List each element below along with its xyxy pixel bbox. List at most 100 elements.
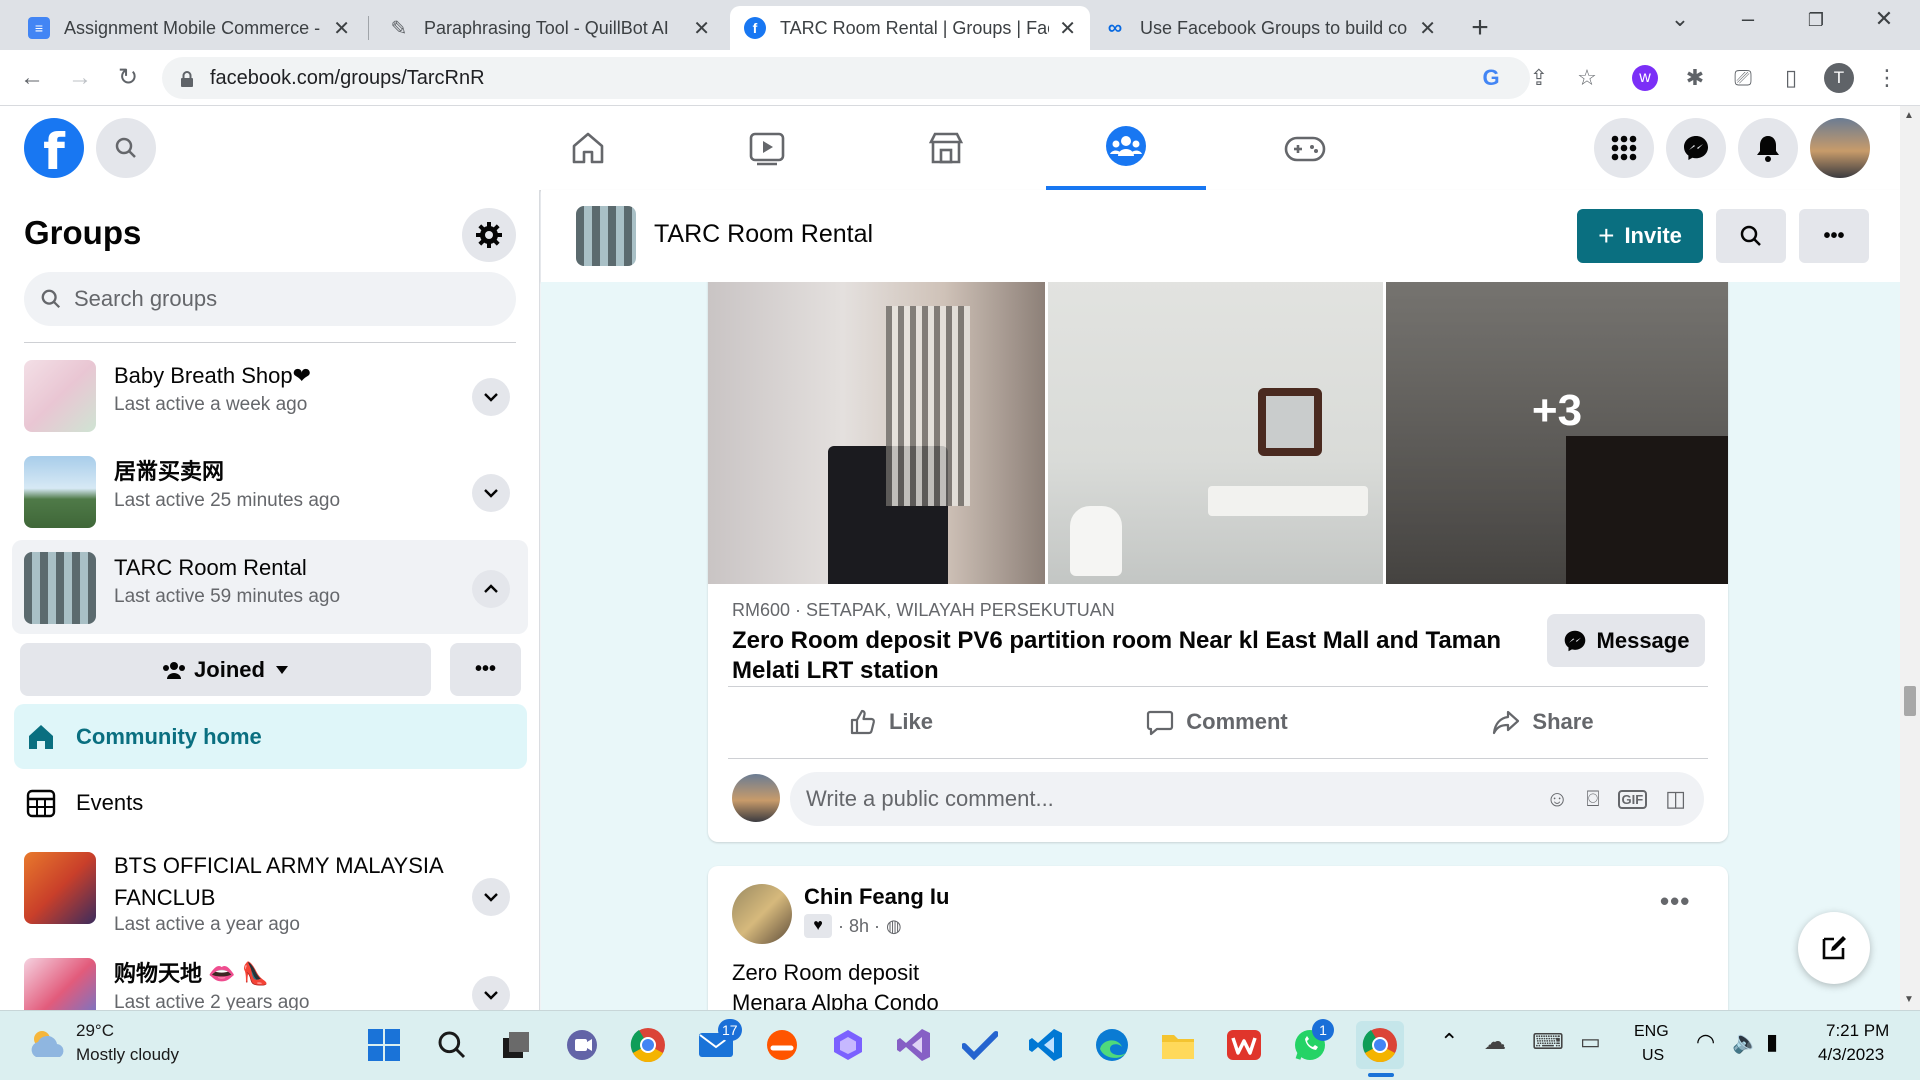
weather-temperature[interactable]: 29°C	[76, 1021, 114, 1041]
task-view-icon[interactable]	[496, 1025, 536, 1065]
onedrive-icon[interactable]: ☁	[1484, 1029, 1506, 1055]
search-groups-input[interactable]: Search groups	[24, 272, 516, 326]
back-icon[interactable]: ←	[16, 62, 48, 94]
fb-search-button[interactable]	[96, 118, 156, 178]
browser-tab-meta[interactable]: ∞ Use Facebook Groups to build co ✕	[1090, 6, 1450, 50]
browser-tab-facebook[interactable]: f TARC Room Rental | Groups | Fac ✕	[730, 6, 1090, 50]
minimize-icon[interactable]: –	[1728, 6, 1768, 32]
listing-photo-bathroom[interactable]	[1048, 282, 1383, 584]
search-icon[interactable]	[432, 1025, 472, 1065]
scroll-down-arrow[interactable]: ▼	[1904, 994, 1914, 1005]
joined-button[interactable]: Joined	[20, 643, 431, 696]
gif-icon[interactable]: GIF	[1617, 789, 1648, 809]
group-more-button[interactable]: •••	[450, 643, 521, 696]
todo-icon[interactable]	[960, 1025, 1000, 1065]
group-item-chinese-market[interactable]: 居黹买卖网 Last active 25 minutes ago	[12, 444, 528, 538]
chevron-down-icon[interactable]	[472, 976, 510, 1010]
close-window-icon[interactable]: ✕	[1864, 6, 1904, 32]
nav-marketplace-tab[interactable]	[866, 106, 1026, 190]
input-region[interactable]: US	[1642, 1047, 1664, 1065]
close-tab-icon[interactable]: ✕	[693, 16, 710, 41]
community-home-link[interactable]: Community home	[14, 704, 527, 769]
like-button[interactable]: Like	[728, 696, 1054, 748]
weather-description[interactable]: Mostly cloudy	[76, 1045, 179, 1065]
group-title[interactable]: TARC Room Rental	[654, 220, 873, 249]
extension-w-icon[interactable]: w	[1632, 65, 1658, 91]
scrollbar-thumb[interactable]	[1904, 686, 1916, 716]
cast-icon[interactable]: ⎚	[1728, 63, 1758, 93]
reload-icon[interactable]: ↻	[112, 62, 144, 94]
restore-icon[interactable]: ❐	[1796, 10, 1836, 31]
copilot-icon[interactable]	[828, 1025, 868, 1065]
group-options-button[interactable]: •••	[1799, 209, 1869, 263]
share-button[interactable]: Share	[1380, 696, 1706, 748]
vscode-icon[interactable]	[1026, 1025, 1066, 1065]
chevron-down-icon[interactable]	[472, 878, 510, 916]
nav-groups-tab[interactable]	[1046, 106, 1206, 190]
new-message-button[interactable]	[1798, 912, 1870, 984]
post-options-button[interactable]: •••	[1660, 886, 1690, 917]
wps-office-icon[interactable]	[1224, 1025, 1264, 1065]
clock-time[interactable]: 7:21 PM	[1826, 1021, 1889, 1041]
tab-search-icon[interactable]: ⌄	[1660, 6, 1700, 32]
tray-expand-icon[interactable]: ⌃	[1440, 1029, 1458, 1055]
nav-gaming-tab[interactable]	[1225, 106, 1385, 190]
chrome-icon[interactable]	[628, 1025, 668, 1065]
listing-photo-kitchen[interactable]: +3	[1386, 282, 1728, 584]
menu-button[interactable]	[1594, 118, 1654, 178]
post-time[interactable]: · 8h ·	[838, 916, 880, 937]
soundcloud-icon[interactable]	[762, 1025, 802, 1065]
new-tab-button[interactable]: +	[1460, 9, 1500, 49]
emoji-icon[interactable]: ☺	[1546, 786, 1568, 812]
chevron-down-icon[interactable]	[472, 378, 510, 416]
wifi-icon[interactable]: ◠	[1696, 1029, 1715, 1055]
facebook-logo-icon[interactable]: f	[24, 118, 84, 181]
group-item-shopping-world[interactable]: 购物天地 👄 👠 Last active 2 years ago	[12, 946, 528, 1010]
profile-avatar[interactable]: T	[1824, 63, 1854, 93]
browser-menu-icon[interactable]: ⋮	[1872, 63, 1902, 93]
battery-icon[interactable]: ▮	[1766, 1029, 1778, 1055]
group-item-baby-breath-shop[interactable]: Baby Breath Shop❤ Last active a week ago	[12, 348, 528, 442]
scroll-up-arrow[interactable]: ▲	[1904, 110, 1914, 121]
message-seller-button[interactable]: Message	[1547, 614, 1705, 667]
close-tab-icon[interactable]: ✕	[1419, 16, 1436, 41]
notifications-button[interactable]	[1738, 118, 1798, 178]
nav-watch-tab[interactable]	[687, 106, 847, 190]
forward-icon[interactable]: →	[64, 62, 96, 94]
share-icon[interactable]: ⇪	[1524, 63, 1554, 93]
close-tab-icon[interactable]: ✕	[1059, 16, 1076, 41]
volume-icon[interactable]: 🔈	[1732, 1029, 1759, 1055]
messenger-button[interactable]	[1666, 118, 1726, 178]
teams-chat-icon[interactable]	[562, 1025, 602, 1065]
group-search-button[interactable]	[1716, 209, 1786, 263]
post-author-name[interactable]: Chin Feang Iu	[804, 884, 949, 910]
windows-start-icon[interactable]	[364, 1025, 404, 1065]
page-scrollbar[interactable]: ▲ ▼	[1900, 106, 1920, 1010]
file-explorer-icon[interactable]	[1158, 1025, 1198, 1065]
display-icon[interactable]: ▭	[1580, 1029, 1601, 1055]
sticker-icon[interactable]: ◫	[1665, 786, 1686, 812]
keyboard-icon[interactable]: ⌨	[1532, 1029, 1564, 1055]
comment-input[interactable]: Write a public comment... ☺ ⌼ GIF ◫	[790, 772, 1704, 826]
group-item-bts-army[interactable]: BTS OFFICIAL ARMY MALAYSIA FANCLUB Last …	[12, 838, 528, 956]
clock-date[interactable]: 4/3/2023	[1818, 1045, 1884, 1065]
weather-cloud-icon[interactable]	[28, 1027, 68, 1061]
chevron-up-icon[interactable]	[472, 570, 510, 608]
chrome-active-icon[interactable]	[1356, 1021, 1404, 1069]
browser-tab-quillbot[interactable]: ✎ Paraphrasing Tool - QuillBot AI ✕	[374, 6, 724, 50]
author-avatar[interactable]	[732, 884, 792, 944]
close-tab-icon[interactable]: ✕	[333, 16, 350, 41]
invite-button[interactable]: + Invite	[1577, 209, 1703, 263]
google-icon[interactable]: G	[1476, 63, 1506, 93]
input-language[interactable]: ENG	[1634, 1023, 1669, 1041]
account-avatar[interactable]	[1810, 118, 1870, 178]
nav-home-tab[interactable]	[508, 106, 668, 190]
bookmark-star-icon[interactable]: ☆	[1572, 63, 1602, 93]
address-bar[interactable]: facebook.com/groups/TarcRnR	[162, 57, 1530, 99]
events-link[interactable]: Events	[14, 770, 527, 835]
groups-settings-button[interactable]	[462, 208, 516, 262]
listing-photo-bedroom[interactable]	[708, 282, 1045, 584]
comment-button[interactable]: Comment	[1054, 696, 1380, 748]
listing-title[interactable]: Zero Room deposit PV6 partition room Nea…	[732, 626, 1552, 686]
visual-studio-icon[interactable]	[894, 1025, 934, 1065]
